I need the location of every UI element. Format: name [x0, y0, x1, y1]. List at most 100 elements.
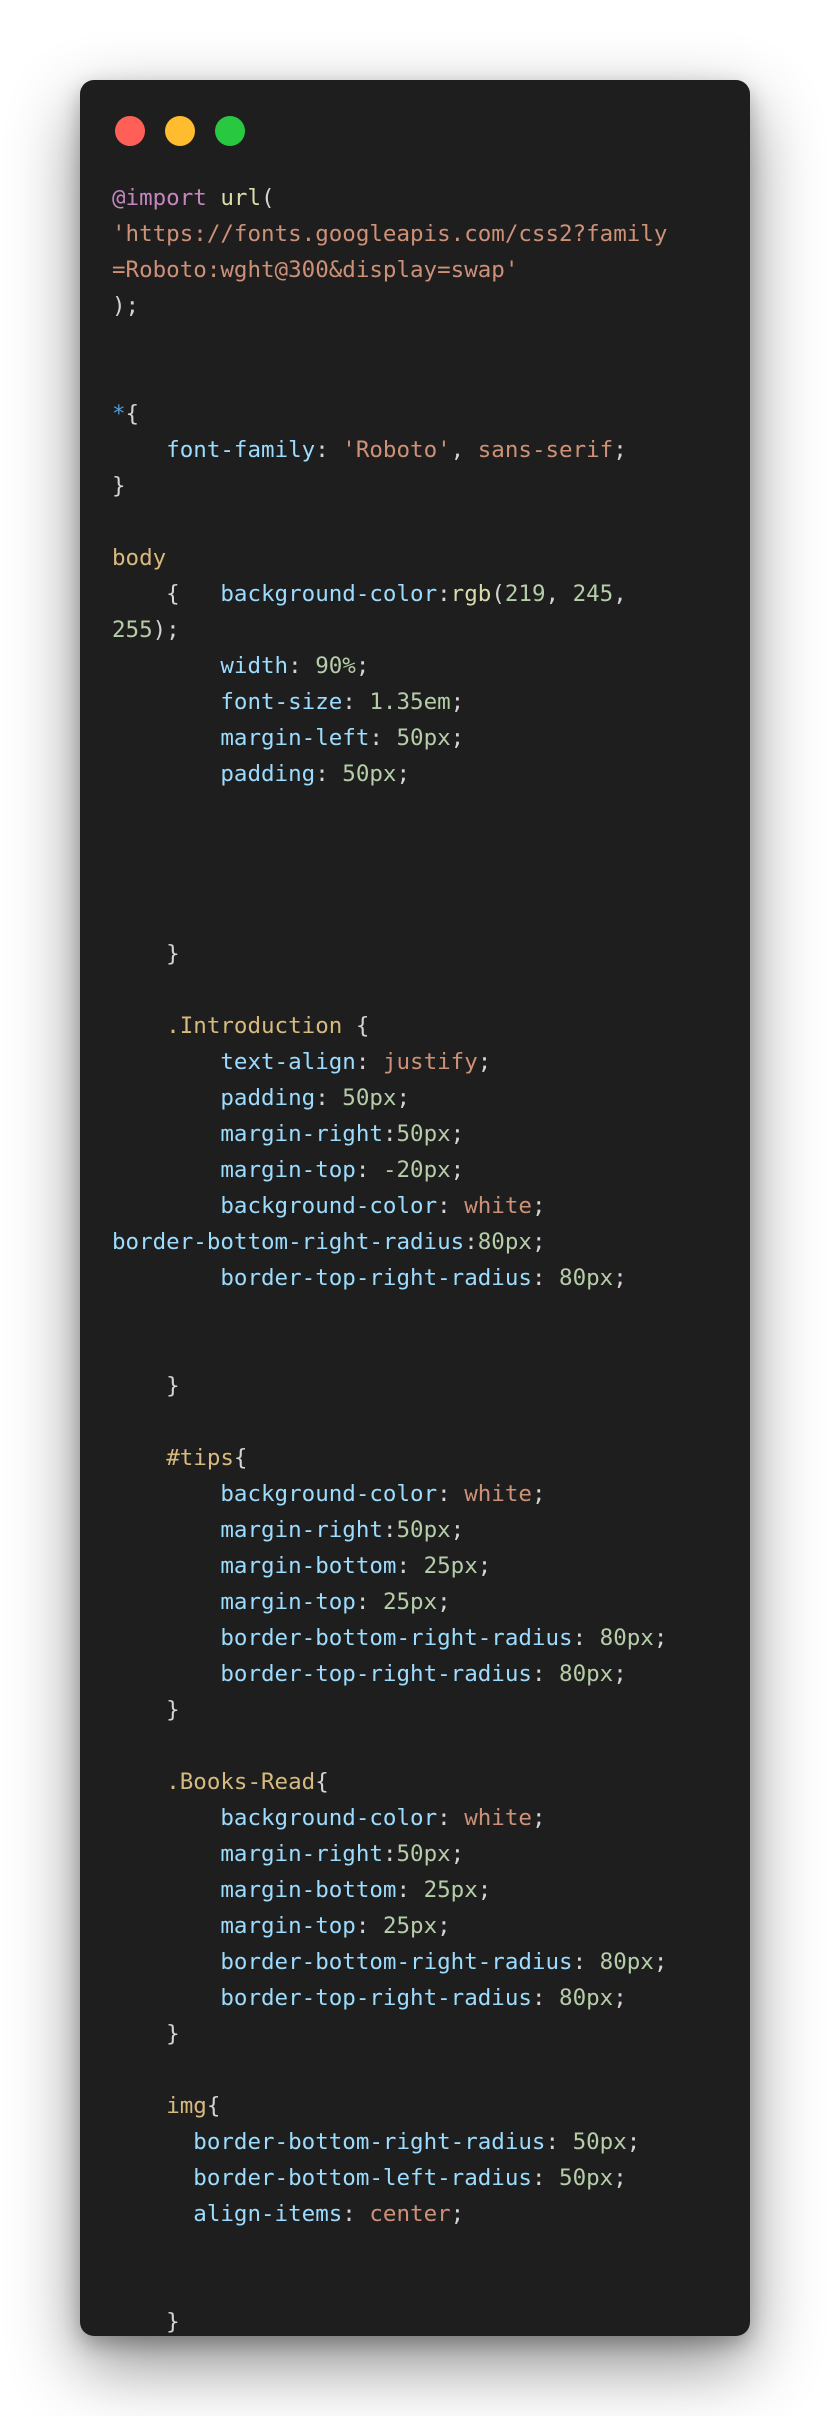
- code-token: align-items: [193, 2201, 343, 2227]
- code-token: {: [315, 1769, 329, 1795]
- code-line: *{: [112, 396, 730, 432]
- code-token: width: [220, 653, 289, 679]
- code-line: 'https://fonts.googleapis.com/css2?famil…: [112, 216, 730, 252]
- code-token: border-bottom-right-radius: [220, 1949, 573, 1975]
- code-line: border-bottom-left-radius: 50px;: [112, 2160, 730, 2196]
- code-line: padding: 50px;: [112, 756, 730, 792]
- code-token: :: [369, 725, 397, 751]
- code-token: 80px: [559, 1265, 614, 1291]
- code-token: body: [112, 545, 167, 571]
- code-line: }: [112, 468, 730, 504]
- code-line: .Books-Read{: [112, 1764, 730, 1800]
- code-token: margin-bottom: [220, 1553, 397, 1579]
- code-token: ;: [450, 1841, 465, 1867]
- code-token: 90%: [315, 653, 356, 679]
- code-line: margin-bottom: 25px;: [112, 1548, 730, 1584]
- code-token: :: [355, 1589, 383, 1615]
- code-token: 50px: [396, 725, 451, 751]
- code-line: border-top-right-radius: 80px;: [112, 1980, 730, 2016]
- code-line: margin-right:50px;: [112, 1116, 730, 1152]
- code-line: margin-top: -20px;: [112, 1152, 730, 1188]
- code-token: white: [464, 1193, 532, 1219]
- code-line: font-family: 'Roboto', sans-serif;: [112, 432, 730, 468]
- code-token: :: [437, 1805, 465, 1831]
- code-token: font-family: [166, 437, 316, 463]
- code-token: 80px: [559, 1985, 614, 2011]
- code-token: }: [112, 473, 126, 499]
- code-token: 25px: [382, 1913, 438, 1939]
- code-token: :: [437, 1193, 465, 1219]
- code-token: 50px: [396, 1517, 451, 1543]
- code-token: :: [437, 581, 451, 607]
- code-token: ;: [437, 1913, 451, 1939]
- code-token: ,: [545, 581, 573, 607]
- code-line: }: [112, 1368, 730, 1404]
- code-token: 50px: [342, 761, 397, 787]
- code-token: 1.35em: [369, 689, 451, 715]
- code-token: ;: [355, 653, 370, 679]
- code-token: sans-serif: [477, 437, 614, 463]
- code-token: .Books-Read: [166, 1769, 316, 1795]
- code-token: ;: [477, 1553, 492, 1579]
- code-token: ;: [477, 1049, 492, 1075]
- code-token: 50px: [396, 1121, 451, 1147]
- code-line: background-color: white;: [112, 1476, 730, 1512]
- code-token: :: [288, 653, 316, 679]
- code-line: padding: 50px;: [112, 1080, 730, 1116]
- code-token: ;: [396, 761, 411, 787]
- code-line: 255);: [112, 612, 730, 648]
- code-line: margin-left: 50px;: [112, 720, 730, 756]
- code-token: ;: [613, 1661, 627, 1687]
- code-token: (: [491, 581, 505, 607]
- code-token: :: [382, 1517, 397, 1543]
- code-line: align-items: center;: [112, 2196, 730, 2232]
- code-token: -20px: [382, 1157, 451, 1183]
- code-token: :: [382, 1121, 397, 1147]
- code-token: 80px: [599, 1949, 654, 1975]
- code-token: 80px: [599, 1625, 654, 1651]
- code-token: margin-right: [220, 1841, 383, 1867]
- code-token: padding: [220, 1085, 316, 1111]
- zoom-button[interactable]: [215, 116, 245, 146]
- code-token: :: [531, 2165, 560, 2191]
- minimize-button[interactable]: [165, 116, 195, 146]
- close-button[interactable]: [115, 116, 145, 146]
- code-line: background-color: white;: [112, 1188, 730, 1224]
- code-token: ;: [437, 1589, 451, 1615]
- code-token: border-top-right-radius: [220, 1661, 532, 1687]
- code-token: :: [355, 1157, 383, 1183]
- code-token: :: [382, 1841, 397, 1867]
- window-controls: [115, 116, 245, 146]
- code-token: 25px: [423, 1553, 478, 1579]
- code-token: {: [233, 1445, 248, 1471]
- code-token: }: [112, 2021, 180, 2047]
- code-token: @import: [112, 185, 207, 211]
- code-line: background-color: white;: [112, 1800, 730, 1836]
- code-token: background-color: [220, 1805, 438, 1831]
- code-token: #tips: [166, 1445, 234, 1471]
- code-token: ;: [653, 1949, 668, 1975]
- code-token: justify: [382, 1049, 478, 1075]
- code-token: ;: [613, 1985, 627, 2011]
- code-line: border-bottom-right-radius: 50px;: [112, 2124, 730, 2160]
- code-token: :: [355, 1913, 383, 1939]
